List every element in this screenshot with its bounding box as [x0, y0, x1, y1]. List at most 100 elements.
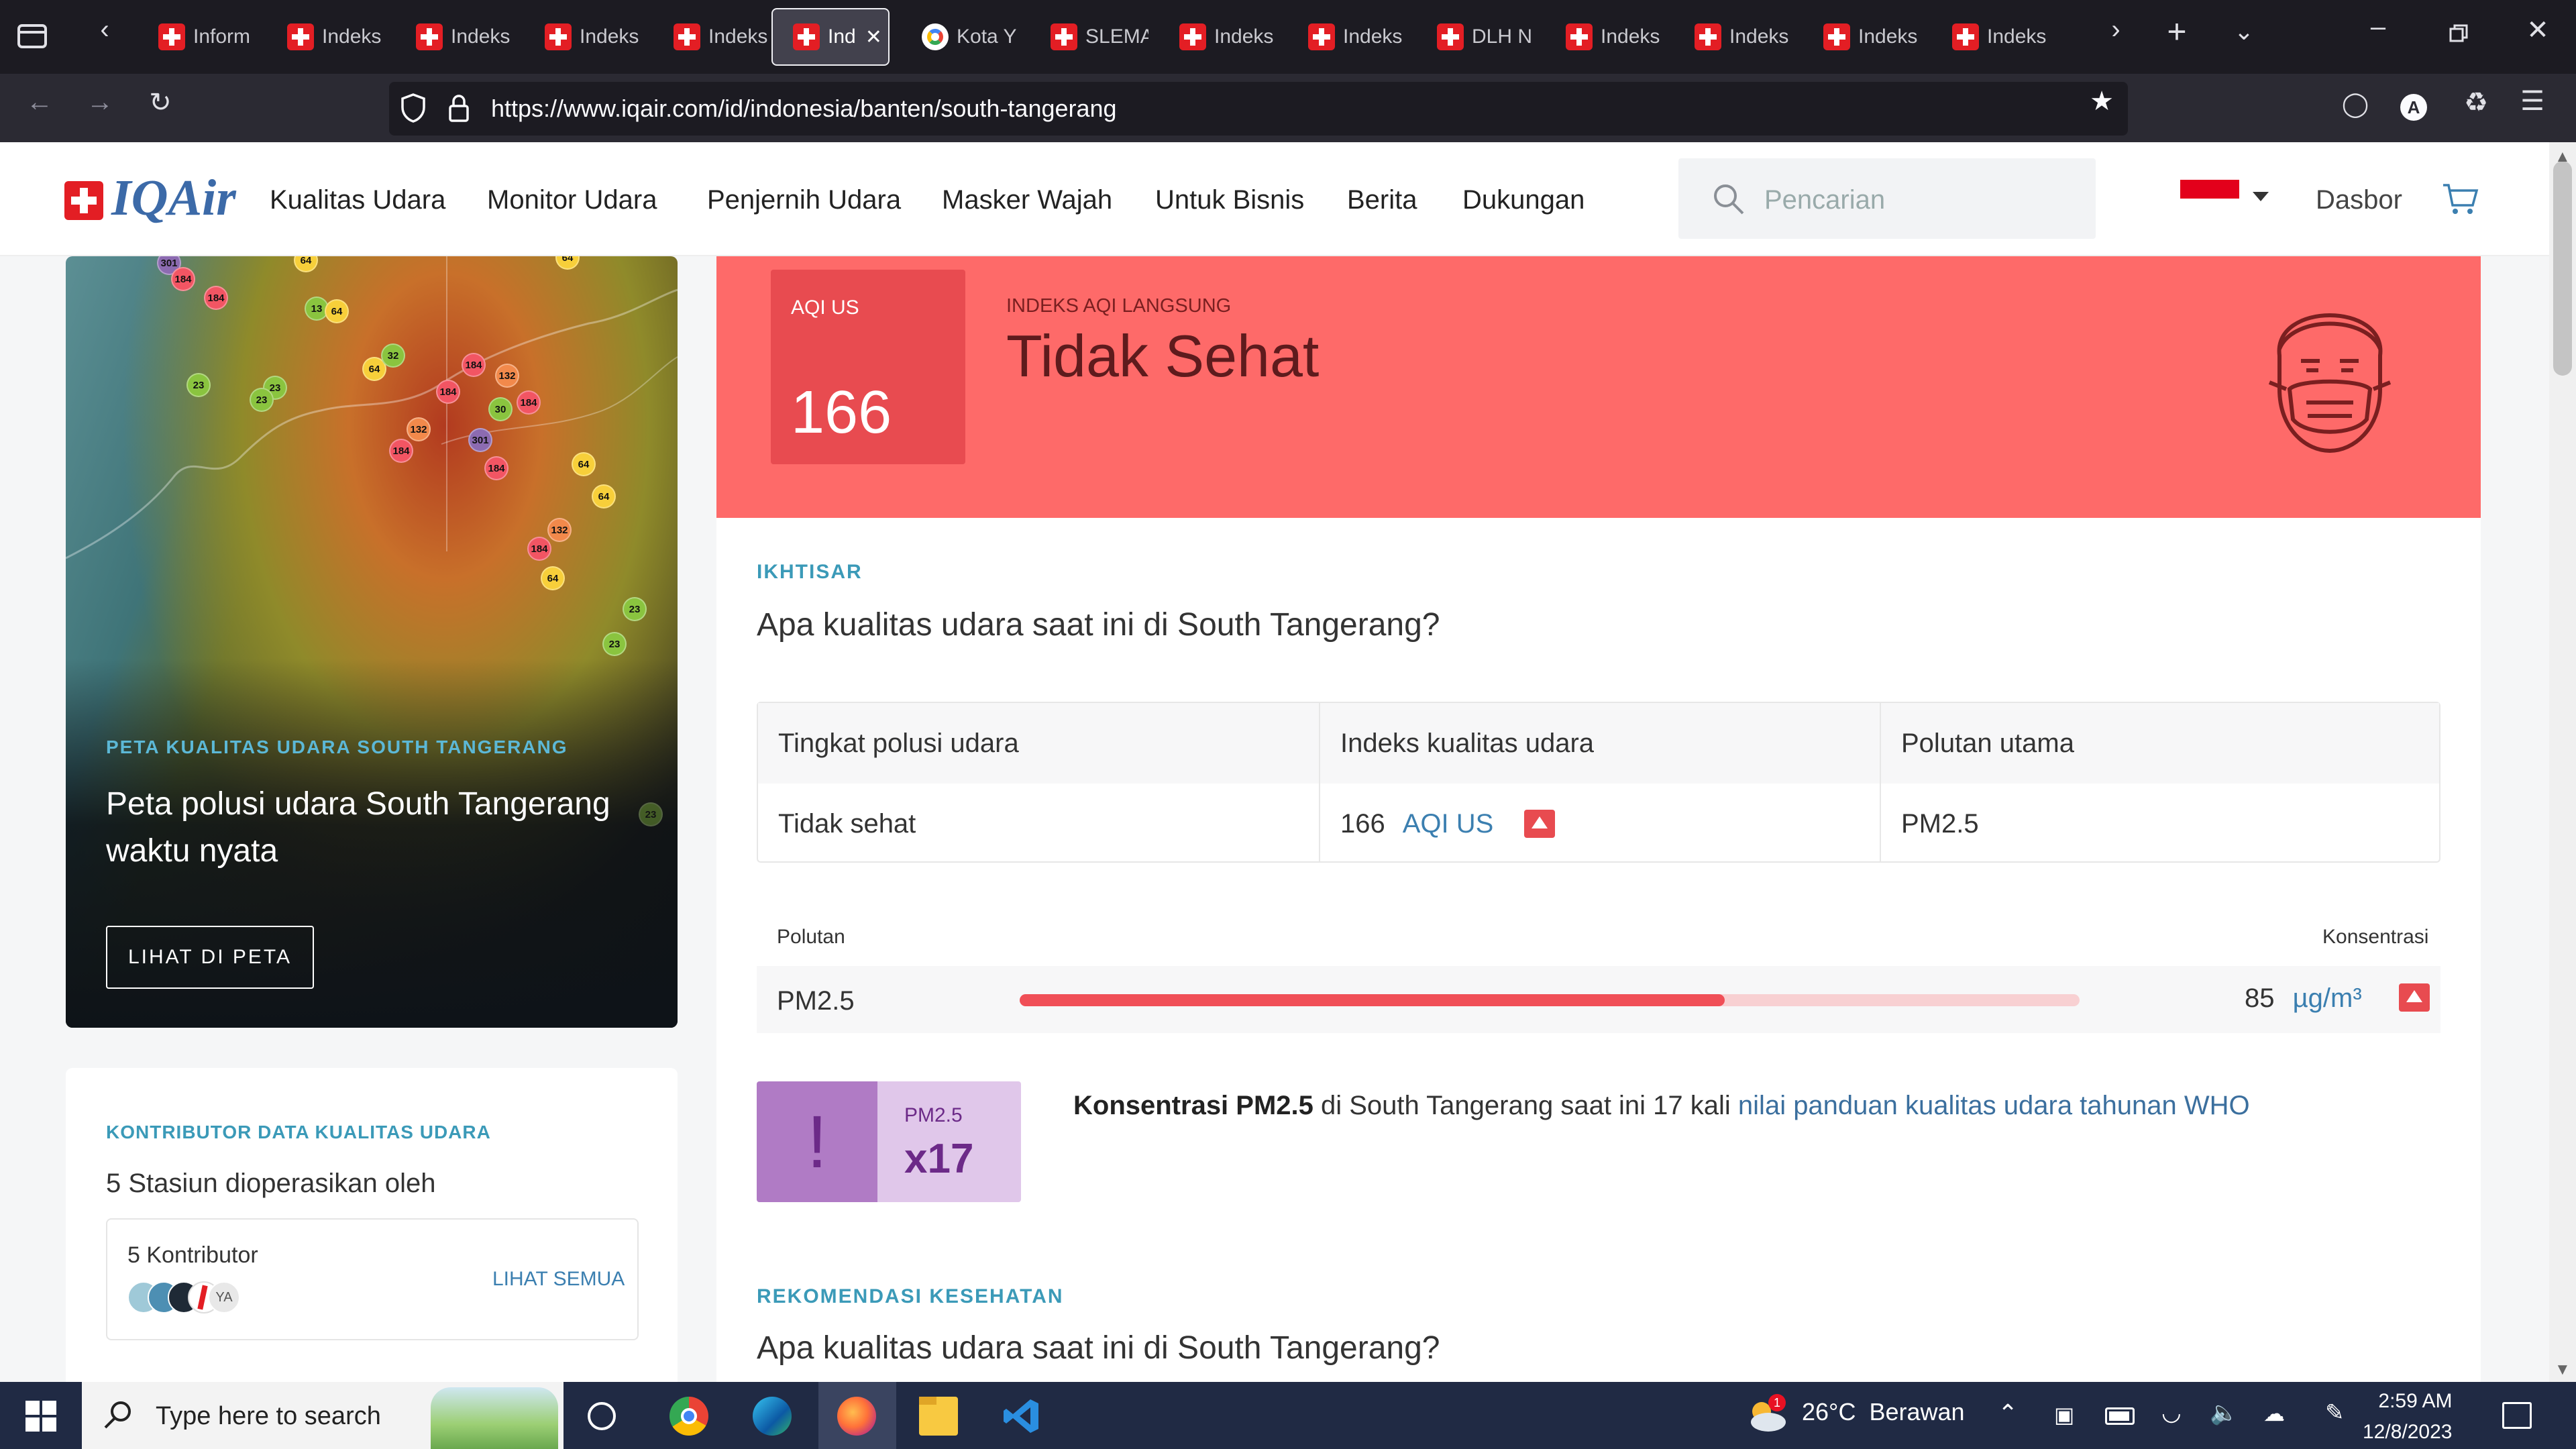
map-aqi-marker[interactable]: 184 — [389, 439, 413, 463]
nav-monitor-udara[interactable]: Monitor Udara — [487, 185, 657, 215]
map-aqi-marker[interactable]: 184 — [462, 353, 486, 377]
cart-icon[interactable] — [2442, 182, 2479, 216]
file-explorer-icon[interactable] — [919, 1397, 958, 1436]
new-tab-icon[interactable]: + — [2160, 12, 2194, 51]
pen-workspace-icon[interactable]: ✎ — [2325, 1399, 2345, 1426]
see-all-contributors-link[interactable]: LIHAT SEMUA — [492, 1268, 625, 1291]
map-aqi-marker[interactable]: 23 — [623, 597, 647, 621]
map-aqi-marker[interactable]: 184 — [204, 286, 228, 310]
tab-list-icon[interactable]: ⌄ — [2227, 17, 2261, 46]
map-aqi-marker[interactable]: 64 — [325, 299, 349, 323]
contributors-box[interactable]: 5 Kontributor LIHAT SEMUA YA — [106, 1218, 639, 1340]
browser-tab[interactable]: Indeks — [653, 8, 771, 66]
browser-tab[interactable]: Kota Y — [902, 8, 1020, 66]
map-aqi-marker[interactable]: 301 — [468, 428, 492, 452]
browser-tab[interactable]: Indeks — [1803, 8, 1921, 66]
who-guideline-link[interactable]: nilai panduan kualitas udara tahunan WHO — [1738, 1091, 2250, 1120]
pocket-icon[interactable]: ◯ — [2339, 90, 2372, 118]
nav-penjernih-udara[interactable]: Penjernih Udara — [707, 185, 901, 215]
scrollbar-thumb[interactable] — [2553, 161, 2572, 376]
nav-untuk-bisnis[interactable]: Untuk Bisnis — [1155, 185, 1304, 215]
account-avatar-icon[interactable]: A — [2400, 94, 2427, 121]
lock-icon[interactable] — [447, 93, 471, 123]
task-view-icon[interactable] — [588, 1402, 616, 1430]
contributor-avatar-initials[interactable]: YA — [208, 1281, 240, 1313]
map-aqi-marker[interactable]: 184 — [171, 267, 195, 291]
tracking-protection-icon[interactable] — [400, 93, 427, 123]
battery-icon[interactable] — [2105, 1407, 2135, 1425]
map-aqi-marker[interactable]: 184 — [517, 390, 541, 415]
browser-tab[interactable]: Indeks — [267, 8, 385, 66]
dashboard-link[interactable]: Dasbor — [2316, 185, 2402, 215]
map-aqi-marker[interactable]: 184 — [527, 537, 551, 561]
browser-tab[interactable]: Indeks — [1288, 8, 1406, 66]
browser-tab[interactable]: Ind ✕ — [771, 8, 890, 66]
close-tab-icon[interactable]: ✕ — [865, 25, 882, 49]
scroll-tabs-left-icon[interactable]: ‹ — [91, 15, 118, 45]
volume-icon[interactable]: 🔈 — [2210, 1399, 2238, 1426]
nav-berita[interactable]: Berita — [1347, 185, 1417, 215]
weather-text[interactable]: 26°C Berawan — [1802, 1398, 1965, 1426]
map-aqi-marker[interactable]: 23 — [186, 373, 211, 397]
map-aqi-marker[interactable]: 64 — [572, 452, 596, 476]
browser-tab[interactable]: Indeks — [396, 8, 514, 66]
bookmark-star-icon[interactable]: ★ — [2085, 86, 2118, 117]
indonesia-flag-icon[interactable] — [2180, 180, 2239, 199]
browser-tab[interactable]: Inform — [138, 8, 256, 66]
map-aqi-marker[interactable]: 184 — [484, 456, 508, 480]
scroll-up-arrow-icon[interactable]: ▲ — [2555, 148, 2571, 166]
forward-icon[interactable]: → — [83, 87, 117, 117]
minimize-icon[interactable]: – — [2361, 12, 2395, 42]
meet-now-icon[interactable]: ▣ — [2054, 1402, 2074, 1428]
tab-overview-icon[interactable] — [12, 20, 52, 54]
wifi-icon[interactable]: ◡ — [2161, 1399, 2182, 1426]
nav-masker-wajah[interactable]: Masker Wajah — [942, 185, 1112, 215]
map-aqi-marker[interactable]: 132 — [407, 417, 431, 441]
nav-kualitas-udara[interactable]: Kualitas Udara — [270, 185, 445, 215]
map-aqi-marker[interactable]: 23 — [250, 388, 274, 412]
map-aqi-marker[interactable]: 132 — [495, 364, 519, 388]
vscode-icon[interactable] — [1002, 1397, 1041, 1436]
view-on-map-button[interactable]: LIHAT DI PETA — [106, 926, 314, 989]
taskbar-clock[interactable]: 2:59 AM 12/8/2023 — [2363, 1386, 2452, 1448]
aqi-cell-unit[interactable]: AQI US — [1403, 809, 1494, 839]
nav-dukungan[interactable]: Dukungan — [1462, 185, 1585, 215]
browser-tab[interactable]: Indeks — [1674, 8, 1792, 66]
map-card[interactable]: 301 184 184 64 13 64 64 23 23 23 64 32 184 132 184 30 18… — [66, 256, 678, 1028]
close-window-icon[interactable]: ✕ — [2521, 15, 2555, 46]
map-aqi-marker[interactable]: 64 — [541, 566, 565, 590]
map-aqi-marker[interactable]: 64 — [592, 484, 616, 508]
scroll-tabs-right-icon[interactable]: › — [2102, 15, 2129, 45]
browser-tab[interactable]: Indeks — [525, 8, 643, 66]
browser-tab[interactable]: SLEMA — [1030, 8, 1148, 66]
concentration-unit[interactable]: µg/m³ — [2293, 983, 2362, 1013]
weather-icon[interactable]: 1 — [1746, 1394, 1787, 1434]
language-dropdown-icon[interactable] — [2253, 192, 2269, 201]
map-aqi-marker[interactable]: 32 — [381, 343, 405, 368]
reload-icon[interactable]: ↻ — [144, 87, 177, 118]
menu-icon[interactable]: ☰ — [2516, 86, 2549, 117]
firefox-icon[interactable] — [837, 1397, 876, 1436]
site-logo[interactable]: IQAir — [111, 169, 236, 227]
browser-tab[interactable]: DLH N — [1417, 8, 1535, 66]
iqair-logo-icon[interactable] — [64, 181, 103, 220]
show-hidden-icons-icon[interactable]: ⌃ — [1998, 1399, 2018, 1428]
browser-tab[interactable]: Indeks — [1932, 8, 2050, 66]
browser-tab[interactable]: Indeks — [1159, 8, 1277, 66]
onedrive-offline-icon[interactable]: ☁ — [2263, 1401, 2285, 1426]
back-icon[interactable]: ← — [23, 87, 56, 117]
windows-start-icon[interactable] — [25, 1401, 56, 1432]
extensions-icon[interactable]: ♻ — [2459, 87, 2493, 118]
map-aqi-marker[interactable]: 30 — [488, 397, 513, 421]
chrome-icon[interactable] — [669, 1397, 708, 1436]
edge-icon[interactable] — [753, 1397, 792, 1436]
url-text[interactable]: https://www.iqair.com/id/indonesia/bante… — [491, 93, 1117, 125]
browser-tab[interactable]: Indeks — [1546, 8, 1664, 66]
map-aqi-marker[interactable]: 132 — [547, 518, 572, 542]
scroll-down-arrow-icon[interactable]: ▼ — [2555, 1360, 2571, 1379]
restore-icon[interactable] — [2442, 20, 2475, 50]
map-aqi-marker[interactable]: 23 — [602, 632, 627, 656]
taskbar-search-input[interactable]: Type here to search — [82, 1382, 564, 1449]
map-aqi-marker[interactable]: 184 — [436, 380, 460, 404]
notifications-icon[interactable] — [2502, 1402, 2532, 1429]
